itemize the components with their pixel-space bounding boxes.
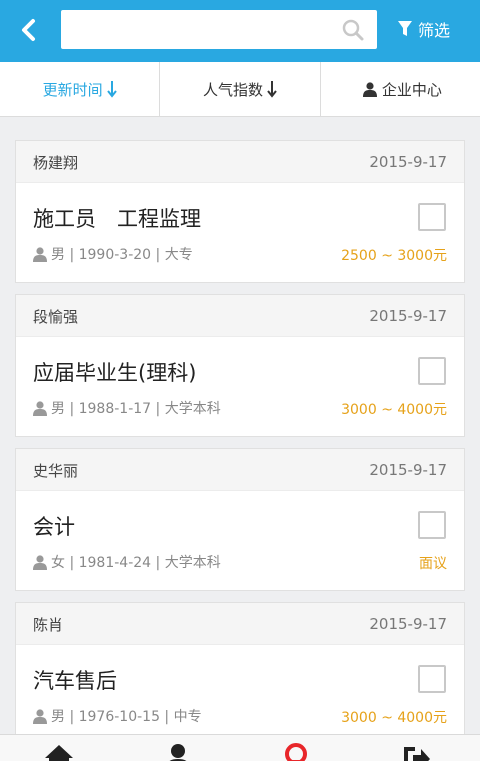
candidate-meta: 女 | 1981-4-24 | 大学本科 [33,552,221,572]
top-bar: 筛选 [0,0,480,62]
job-title: 施工员 工程监理 [33,207,201,231]
search-icon[interactable] [341,18,365,42]
candidate-name: 史华丽 [33,462,79,480]
update-date: 2015-9-17 [369,307,447,325]
bottom-nav [0,734,480,761]
user-icon [33,708,47,724]
user-icon [33,554,47,570]
update-date: 2015-9-17 [369,615,447,633]
card-header: 杨建翔 2015-9-17 [16,141,464,183]
card-header: 陈肖 2015-9-17 [16,603,464,645]
user-icon[interactable] [163,743,193,761]
tab-label: 人气指数 [202,80,263,99]
select-checkbox[interactable] [418,665,446,693]
job-title: 应届毕业生(理科) [33,361,197,385]
meta-text: 男 | 1976-10-15 | 中专 [51,709,202,725]
tab-popularity[interactable]: 人气指数 [159,62,319,116]
arrow-down-icon [106,81,117,98]
candidate-meta: 男 | 1988-1-17 | 大学本科 [33,398,221,418]
update-date: 2015-9-17 [369,153,447,171]
salary: 3000 ~ 4000元 [341,710,447,726]
salary: 2500 ~ 3000元 [341,248,447,264]
select-checkbox[interactable] [418,203,446,231]
salary: 3000 ~ 4000元 [341,402,447,418]
update-date: 2015-9-17 [369,461,447,479]
candidate-name: 陈肖 [33,616,64,634]
sort-bar: 更新时间 人气指数 企业中心 [0,62,480,117]
select-checkbox[interactable] [418,357,446,385]
job-title: 汽车售后 [33,669,117,693]
resume-list: 杨建翔 2015-9-17 施工员 工程监理 男 | 1990-3-20 | 大… [15,140,465,756]
salary: 面议 [419,556,447,572]
user-icon [33,246,47,262]
candidate-name: 段愉强 [33,308,79,326]
home-icon[interactable] [44,743,74,761]
job-title: 会计 [33,515,75,539]
tab-label: 更新时间 [42,80,103,99]
filter-button[interactable]: 筛选 [398,14,450,44]
logout-icon[interactable] [401,743,431,761]
arrow-down-icon [267,81,277,98]
location-pin-icon[interactable] [281,743,311,761]
back-button[interactable] [10,11,48,49]
meta-text: 男 | 1988-1-17 | 大学本科 [51,401,221,417]
search-box [61,10,377,49]
meta-text: 男 | 1990-3-20 | 大专 [51,247,193,263]
candidate-name: 杨建翔 [33,154,79,172]
candidate-meta: 男 | 1976-10-15 | 中专 [33,706,202,726]
select-checkbox[interactable] [418,511,446,539]
list-item[interactable]: 陈肖 2015-9-17 汽车售后 男 | 1976-10-15 | 中专 30… [15,602,465,745]
list-item[interactable]: 杨建翔 2015-9-17 施工员 工程监理 男 | 1990-3-20 | 大… [15,140,465,283]
filter-icon [398,21,412,36]
tab-update-time[interactable]: 更新时间 [0,62,159,116]
list-item[interactable]: 史华丽 2015-9-17 会计 女 | 1981-4-24 | 大学本科 面议 [15,448,465,591]
back-arrow-icon [22,19,35,41]
user-icon [33,400,47,416]
card-header: 段愉强 2015-9-17 [16,295,464,337]
tab-enterprise-center[interactable]: 企业中心 [319,62,480,116]
list-item[interactable]: 段愉强 2015-9-17 应届毕业生(理科) 男 | 1988-1-17 | … [15,294,465,437]
search-input[interactable] [61,10,331,49]
filter-label: 筛选 [418,21,451,40]
candidate-meta: 男 | 1990-3-20 | 大专 [33,244,193,264]
meta-text: 女 | 1981-4-24 | 大学本科 [51,555,221,571]
card-header: 史华丽 2015-9-17 [16,449,464,491]
tab-label: 企业中心 [381,80,442,99]
user-icon [362,81,377,97]
